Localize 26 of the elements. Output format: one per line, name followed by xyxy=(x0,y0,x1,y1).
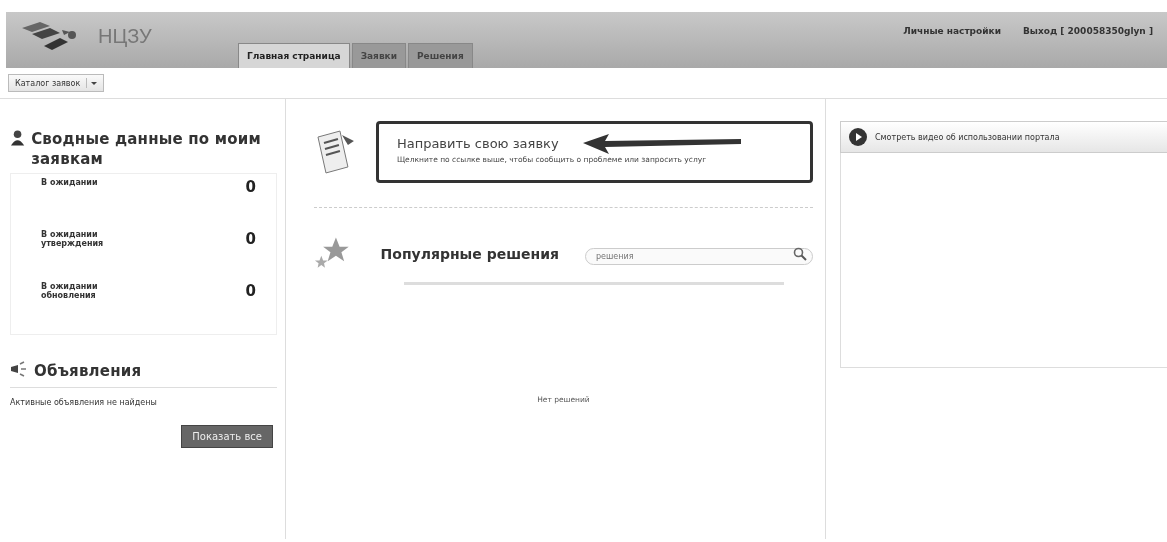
nav-tab[interactable]: Главная страница xyxy=(238,43,350,68)
video-link[interactable]: Смотреть видео об использовании портала xyxy=(840,121,1167,153)
arrow-icon xyxy=(582,134,743,156)
logo-text: НЦЗУ xyxy=(98,24,152,48)
status-label: В ожидании обновления xyxy=(41,282,99,300)
status-label: В ожидании утверждения xyxy=(41,230,105,248)
person-icon xyxy=(10,129,26,147)
search-icon xyxy=(793,246,807,261)
search-field[interactable]: решения xyxy=(585,247,813,265)
megaphone-icon xyxy=(10,361,28,377)
status-count: 0 xyxy=(245,178,256,196)
section-title: Объявления xyxy=(34,361,142,381)
section-title: Популярные решения xyxy=(380,246,559,262)
catalog-dropdown[interactable]: Каталог заявок xyxy=(8,74,105,92)
document-icon xyxy=(314,127,356,177)
show-all-button[interactable]: Показать все xyxy=(181,425,273,448)
section-title: Сводные данные по моим заявкам xyxy=(31,129,262,169)
play-icon xyxy=(849,128,867,146)
caret-icon xyxy=(86,78,100,88)
header-link[interactable]: Выход [ 200058350glyn ] xyxy=(1022,26,1153,36)
request-link[interactable]: Направить свою заявку xyxy=(396,136,806,151)
empty-message: Активные объявления не найдены xyxy=(10,398,158,407)
status-label: В ожидании xyxy=(41,178,99,187)
header-link[interactable]: Личные настройки xyxy=(903,26,1001,36)
status-count: 0 xyxy=(245,282,256,300)
status-count: 0 xyxy=(245,230,256,248)
